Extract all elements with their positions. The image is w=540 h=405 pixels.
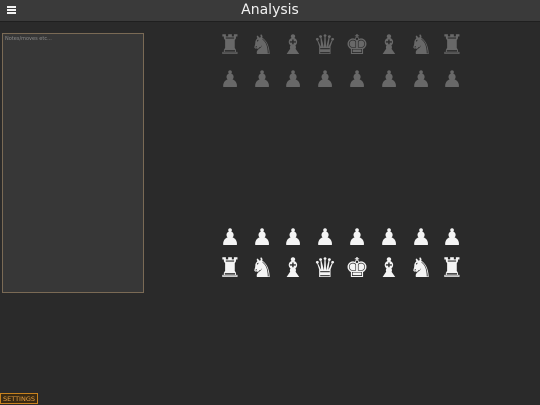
black-bishop-piece[interactable]: ♝ (373, 31, 405, 61)
white-bishop-piece[interactable]: ♝ (373, 254, 405, 284)
black-pawn-piece[interactable]: ♟ (277, 67, 309, 93)
black-rook-piece[interactable]: ♜ (214, 31, 246, 61)
white-pawn-piece[interactable]: ♟ (405, 225, 437, 251)
white-king-piece[interactable]: ♚ (341, 254, 373, 284)
page-title: Analysis (241, 2, 299, 18)
black-pawn-piece[interactable]: ♟ (405, 67, 437, 93)
white-pawn-piece[interactable]: ♟ (277, 225, 309, 251)
white-pawn-piece[interactable]: ♟ (309, 225, 341, 251)
white-pawn-piece[interactable]: ♟ (246, 225, 278, 251)
white-pawn-piece[interactable]: ♟ (214, 225, 246, 251)
white-pawn-piece[interactable]: ♟ (436, 225, 468, 251)
black-pawn-piece[interactable]: ♟ (309, 67, 341, 93)
white-bishop-piece[interactable]: ♝ (277, 254, 309, 284)
hamburger-menu-icon[interactable] (7, 6, 16, 14)
notes-textarea[interactable] (2, 33, 144, 293)
black-pawn-piece[interactable]: ♟ (214, 67, 246, 93)
black-knight-piece[interactable]: ♞ (405, 31, 437, 61)
black-queen-piece[interactable]: ♛ (309, 31, 341, 61)
white-queen-piece[interactable]: ♛ (309, 254, 341, 284)
analysis-app: Analysis ♜♞♝♛♚♝♞♜♟♟♟♟♟♟♟♟♟♟♟♟♟♟♟♟♜♞♝♛♚♝♞… (0, 0, 540, 405)
white-knight-piece[interactable]: ♞ (405, 254, 437, 284)
black-king-piece[interactable]: ♚ (341, 31, 373, 61)
black-bishop-piece[interactable]: ♝ (277, 31, 309, 61)
black-rook-piece[interactable]: ♜ (436, 31, 468, 61)
white-pawn-piece[interactable]: ♟ (373, 225, 405, 251)
black-pawn-piece[interactable]: ♟ (341, 67, 373, 93)
white-knight-piece[interactable]: ♞ (246, 254, 278, 284)
white-rook-piece[interactable]: ♜ (214, 254, 246, 284)
white-pawn-piece[interactable]: ♟ (341, 225, 373, 251)
white-rook-piece[interactable]: ♜ (436, 254, 468, 284)
settings-button[interactable]: SETTINGS (0, 393, 39, 404)
black-knight-piece[interactable]: ♞ (246, 31, 278, 61)
black-pawn-piece[interactable]: ♟ (373, 67, 405, 93)
top-bar: Analysis (0, 0, 540, 22)
black-pawn-piece[interactable]: ♟ (436, 67, 468, 93)
black-pawn-piece[interactable]: ♟ (246, 67, 278, 93)
